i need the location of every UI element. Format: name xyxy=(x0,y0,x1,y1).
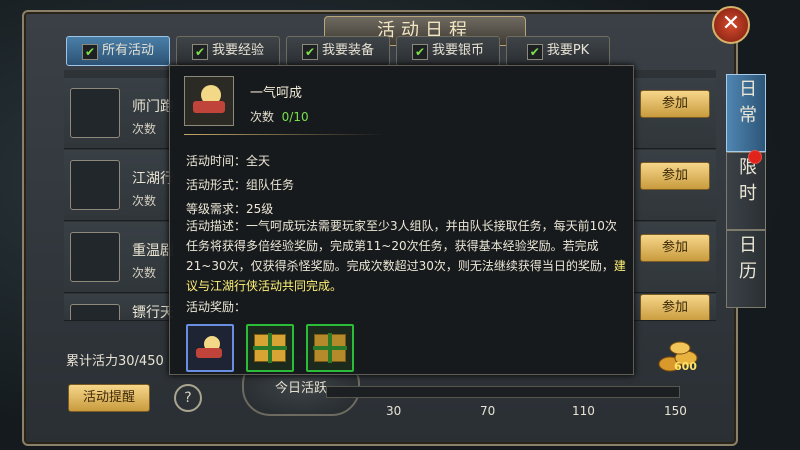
reward-value: 600 xyxy=(674,360,697,373)
progress-tick-label: 70 xyxy=(480,404,496,418)
detail-time: 活动时间：全天 xyxy=(186,154,271,168)
activity-name: 江湖行 xyxy=(132,171,174,187)
side-tab-label: 日常 xyxy=(736,79,757,131)
activity-count: 次数 xyxy=(132,266,157,280)
tab-silver[interactable]: ✔ 我要银币 xyxy=(396,36,500,66)
gift-box-icon xyxy=(253,333,287,363)
tab-pk[interactable]: ✔ 我要PK xyxy=(506,36,610,66)
vitality-progress-bar xyxy=(326,386,680,398)
count-label: 次数 xyxy=(250,110,275,124)
tab-all-activities[interactable]: ✔ 所有活动 xyxy=(66,36,170,66)
join-button[interactable]: 参加 xyxy=(640,294,710,320)
reward-item[interactable] xyxy=(306,324,354,372)
detail-form: 活动形式：组队任务 xyxy=(186,178,295,192)
vitality-total: 累计活力30/450 xyxy=(66,354,164,369)
detail-count: 次数 0/10 xyxy=(250,108,309,125)
join-button[interactable]: 参加 xyxy=(640,162,710,190)
scroll-icon xyxy=(184,76,234,126)
tab-label: 我要装备 xyxy=(321,43,374,58)
notification-dot-icon xyxy=(748,150,762,164)
join-button[interactable]: 参加 xyxy=(640,90,710,118)
activity-detail-popup: 一气呵成 次数 0/10 活动时间：全天 活动形式：组队任务 等级需求：25级 … xyxy=(169,65,634,375)
activity-name: 重温剧 xyxy=(132,243,174,259)
checkbox-icon: ✔ xyxy=(411,44,428,60)
close-button[interactable]: ✕ xyxy=(712,6,750,44)
tab-equipment[interactable]: ✔ 我要装备 xyxy=(286,36,390,66)
progress-tick-label: 150 xyxy=(664,404,687,418)
join-button[interactable]: 参加 xyxy=(640,234,710,262)
treasure-box-icon xyxy=(313,333,347,363)
progress-tick-label: 30 xyxy=(386,404,402,418)
reward-label: 活动奖励： xyxy=(186,300,247,314)
tab-experience[interactable]: ✔ 我要经验 xyxy=(176,36,280,66)
side-tab-calendar[interactable]: 日历 xyxy=(726,230,766,308)
scroll-icon xyxy=(70,88,120,138)
reward-item[interactable] xyxy=(246,324,294,372)
description-text: 活动描述：一气呵成玩法需要玩家至少3人组队，并由队长接取任务，每天前10次任务将… xyxy=(186,219,617,273)
side-tab-label: 限时 xyxy=(736,157,757,209)
side-tab-label: 日历 xyxy=(736,235,757,287)
activity-count: 次数 xyxy=(132,194,157,208)
divider xyxy=(184,134,384,135)
detail-description: 活动描述：一气呵成玩法需要玩家至少3人组队，并由队长接取任务，每天前10次任务将… xyxy=(186,216,626,296)
progress-tick-label: 110 xyxy=(572,404,595,418)
armor-icon xyxy=(70,232,120,282)
help-button[interactable]: ? xyxy=(174,384,202,412)
detail-title: 一气呵成 xyxy=(250,86,303,101)
checkbox-icon: ✔ xyxy=(81,44,98,60)
activity-name: 师门跑 xyxy=(132,99,174,115)
detail-level: 等级需求：25级 xyxy=(186,202,274,216)
cart-icon xyxy=(70,304,120,320)
reward-item[interactable] xyxy=(186,324,234,372)
checkbox-icon: ✔ xyxy=(526,44,543,60)
activity-name: 镖行天 xyxy=(132,305,174,321)
count-value: 0/10 xyxy=(281,110,309,124)
checkbox-icon: ✔ xyxy=(191,44,208,60)
activity-reminder-button[interactable]: 活动提醒 xyxy=(68,384,150,412)
tab-label: 所有活动 xyxy=(101,43,154,58)
tab-label: 我要PK xyxy=(546,43,590,58)
tab-label: 我要银币 xyxy=(431,43,484,58)
activity-count: 次数 xyxy=(132,122,157,136)
checkbox-icon: ✔ xyxy=(301,44,318,60)
side-tab-daily[interactable]: 日常 xyxy=(726,74,766,152)
scroll-icon xyxy=(70,160,120,210)
side-tab-limited[interactable]: 限时 xyxy=(726,152,766,230)
scroll-icon xyxy=(196,336,222,358)
tab-label: 我要经验 xyxy=(211,43,264,58)
